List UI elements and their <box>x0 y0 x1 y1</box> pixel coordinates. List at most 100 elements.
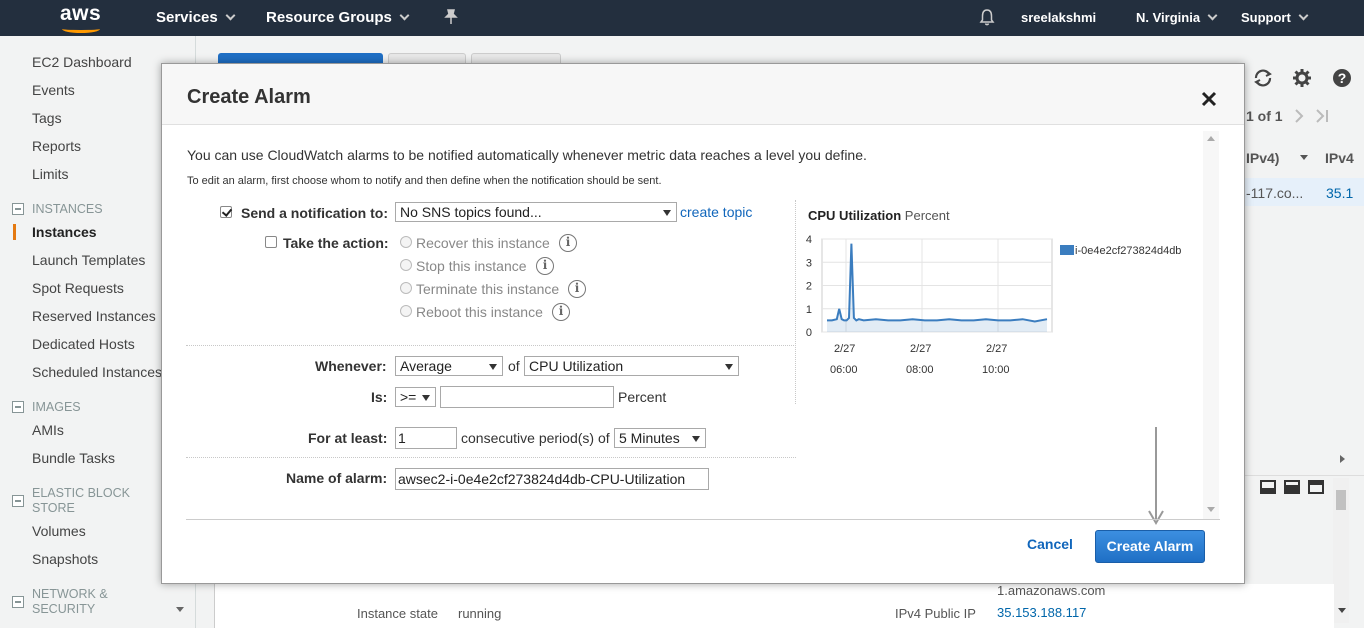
stop-instance-radio[interactable] <box>400 259 412 271</box>
scroll-up-icon[interactable] <box>1207 136 1215 141</box>
arrow-annotation-icon <box>1148 427 1164 525</box>
collapse-icon[interactable] <box>12 203 24 215</box>
table-cell-ip[interactable]: 35.1 <box>1326 185 1353 201</box>
collapse-icon[interactable] <box>12 495 24 507</box>
scroll-down-icon[interactable] <box>176 607 184 612</box>
column-header-ipv4-dns[interactable]: IPv4) <box>1246 150 1279 166</box>
dialog-header: Create Alarm <box>162 64 1244 125</box>
dialog-title: Create Alarm <box>187 86 311 108</box>
cancel-button[interactable]: Cancel <box>1027 536 1073 552</box>
sidebar-item-tags[interactable]: Tags <box>32 110 62 126</box>
sort-icon[interactable] <box>1300 155 1308 160</box>
sidebar-item-amis[interactable]: AMIs <box>32 422 64 438</box>
sidebar-section-network: NETWORK & SECURITY <box>32 587 108 617</box>
sidebar-section-ebs: ELASTIC BLOCK STORE <box>32 486 130 516</box>
pagination-arrows-icon[interactable] <box>1293 109 1333 123</box>
x-tick-label: 08:00 <box>906 364 934 376</box>
statistic-select[interactable]: Average <box>395 356 503 376</box>
panel-layout-icon[interactable] <box>1260 480 1326 494</box>
info-icon[interactable]: i <box>568 280 586 298</box>
terminate-instance-radio[interactable] <box>400 282 412 294</box>
legend-label: i-0e4e2cf273824d4db <box>1075 245 1181 257</box>
alarm-name-input[interactable]: awsec2-i-0e4e2cf273824d4db-CPU-Utilizati… <box>395 468 709 490</box>
sidebar-item-spot-requests[interactable]: Spot Requests <box>32 280 124 296</box>
metric-select[interactable]: CPU Utilization <box>524 356 739 376</box>
pin-icon[interactable] <box>444 9 458 25</box>
divider <box>1245 475 1364 476</box>
active-indicator <box>13 224 16 240</box>
resource-groups-menu[interactable]: Resource Groups <box>266 9 410 26</box>
reboot-instance-radio[interactable] <box>400 305 412 317</box>
take-action-label: Take the action: <box>283 235 389 251</box>
recover-instance-label: Recover this instance <box>416 235 550 251</box>
chevron-down-icon <box>225 10 236 21</box>
take-action-checkbox[interactable] <box>265 236 277 248</box>
y-tick-label: 1 <box>806 304 812 316</box>
user-menu[interactable]: sreelakshmi <box>1021 10 1096 25</box>
sidebar-item-volumes[interactable]: Volumes <box>32 523 86 539</box>
chart-title: CPU Utilization Percent <box>808 208 950 223</box>
info-icon[interactable]: i <box>536 257 554 275</box>
close-icon[interactable] <box>1198 88 1220 110</box>
period-value: 5 Minutes <box>619 430 680 446</box>
scroll-down-icon[interactable] <box>1338 608 1346 613</box>
table-cell-dns: -117.co... <box>1246 185 1304 201</box>
sidebar-item-events[interactable]: Events <box>32 82 75 98</box>
sidebar-item-reserved-instances[interactable]: Reserved Instances <box>32 308 156 324</box>
hint-text: To edit an alarm, first choose whom to n… <box>187 175 662 187</box>
collapse-icon[interactable] <box>12 401 24 413</box>
sidebar-section-instances: INSTANCES <box>32 202 103 216</box>
sns-topic-select[interactable]: No SNS topics found... <box>395 202 677 222</box>
sns-topic-value: No SNS topics found... <box>400 204 542 220</box>
period-select[interactable]: 5 Minutes <box>614 428 706 448</box>
refresh-icon[interactable] <box>1252 68 1274 88</box>
create-topic-link[interactable]: create topic <box>680 204 752 220</box>
region-menu[interactable]: N. Virginia <box>1136 10 1218 25</box>
collapse-icon[interactable] <box>12 596 24 608</box>
public-ip-value[interactable]: 35.153.188.117 <box>997 605 1086 620</box>
is-label: Is: <box>371 389 388 405</box>
top-navigation-bar: aws Services Resource Groups sreelakshmi… <box>0 0 1364 36</box>
sidebar-item-instances[interactable]: Instances <box>32 224 97 240</box>
x-tick-label: 2/27 <box>834 343 855 355</box>
details-scrollbar[interactable] <box>1333 478 1349 623</box>
services-label: Services <box>156 9 218 26</box>
sidebar-item-scheduled-instances[interactable]: Scheduled Instances <box>32 364 162 380</box>
help-icon[interactable]: ? <box>1332 68 1352 88</box>
operator-value: >= <box>400 389 417 405</box>
create-alarm-button[interactable]: Create Alarm <box>1095 530 1205 563</box>
sidebar-section-ebs-line2: STORE <box>32 501 75 515</box>
aws-logo[interactable]: aws <box>58 2 102 33</box>
chart-title-text: CPU Utilization <box>808 208 902 223</box>
scroll-right-icon[interactable] <box>1340 455 1345 463</box>
of-text: of <box>508 358 520 374</box>
gear-icon[interactable] <box>1292 68 1312 88</box>
sidebar-item-dedicated-hosts[interactable]: Dedicated Hosts <box>32 336 135 352</box>
threshold-input[interactable] <box>440 386 614 408</box>
sidebar-item-bundle-tasks[interactable]: Bundle Tasks <box>32 450 115 466</box>
terminate-instance-label: Terminate this instance <box>416 281 560 297</box>
support-menu[interactable]: Support <box>1241 10 1309 25</box>
sidebar-item-launch-templates[interactable]: Launch Templates <box>32 252 145 268</box>
user-label: sreelakshmi <box>1021 10 1097 25</box>
scroll-down-icon[interactable] <box>1207 507 1215 512</box>
x-tick-label: 2/27 <box>910 343 931 355</box>
services-menu[interactable]: Services <box>156 9 236 26</box>
dialog-scrollbar[interactable] <box>1203 131 1219 519</box>
column-header-ipv4[interactable]: IPv4 <box>1325 150 1354 166</box>
info-icon[interactable]: i <box>559 234 577 252</box>
sidebar-item-snapshots[interactable]: Snapshots <box>32 551 98 567</box>
sidebar-item-ec2-dashboard[interactable]: EC2 Dashboard <box>32 54 132 70</box>
recover-instance-radio[interactable] <box>400 236 412 248</box>
bell-icon[interactable] <box>978 8 996 26</box>
intro-text: You can use CloudWatch alarms to be noti… <box>187 147 867 163</box>
dropdown-arrow-icon <box>692 436 700 442</box>
scrollbar-thumb[interactable] <box>1336 490 1346 510</box>
periods-input[interactable]: 1 <box>395 427 457 449</box>
public-ip-label: IPv4 Public IP <box>895 606 976 621</box>
send-notification-checkbox[interactable] <box>220 206 232 218</box>
operator-select[interactable]: >= <box>395 387 436 407</box>
sidebar-item-limits[interactable]: Limits <box>32 166 69 182</box>
info-icon[interactable]: i <box>552 303 570 321</box>
sidebar-item-reports[interactable]: Reports <box>32 138 81 154</box>
